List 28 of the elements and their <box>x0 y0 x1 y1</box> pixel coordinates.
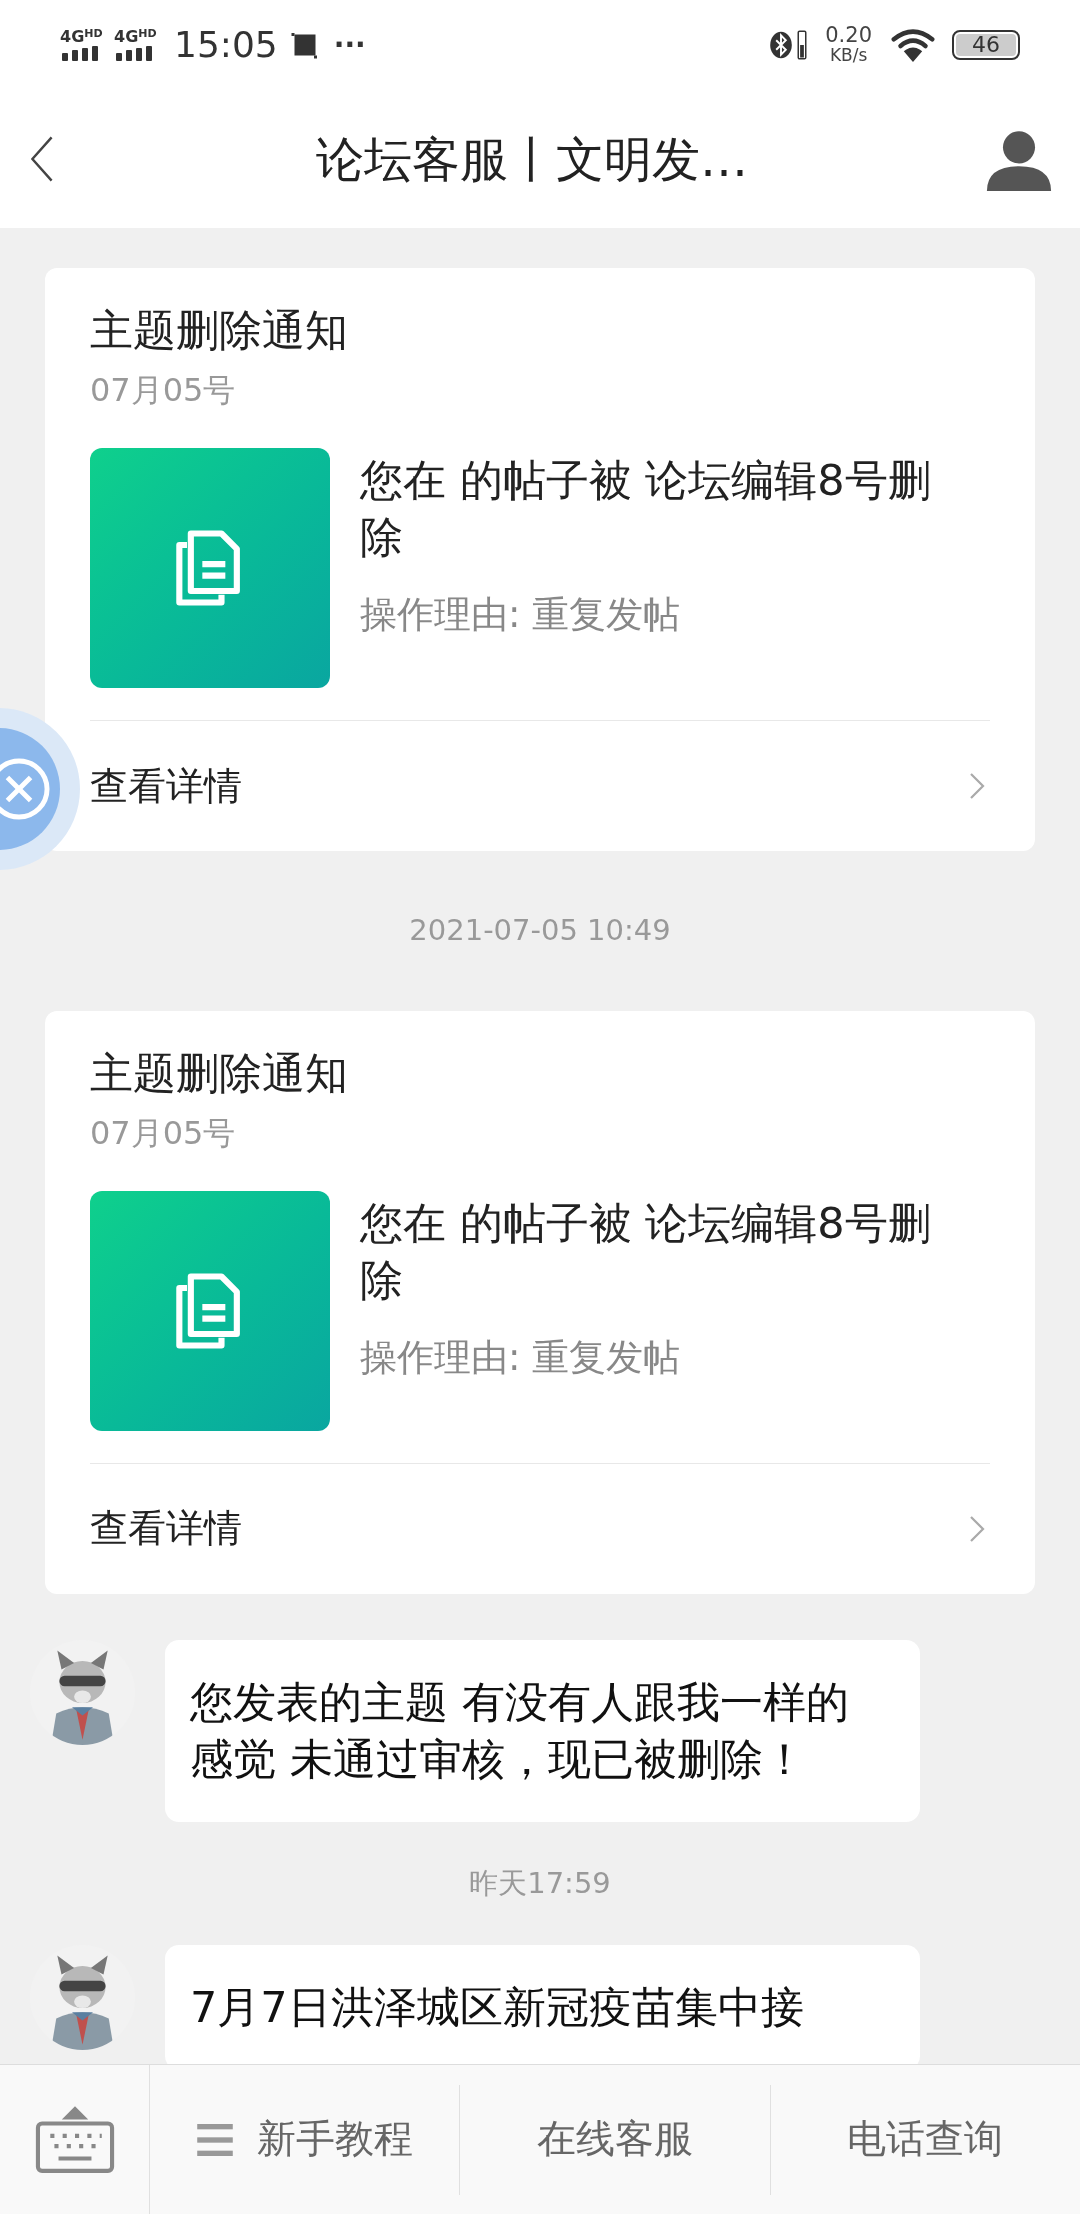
card-date: 07月05号 <box>90 370 237 411</box>
screenshot-icon <box>289 30 320 60</box>
page-title: 论坛客服丨文明发… <box>316 130 748 189</box>
timestamp: 昨天17:59 <box>469 1864 611 1902</box>
clock: 15:05 <box>174 23 278 67</box>
card-title: 主题删除通知 <box>90 1046 349 1100</box>
card-title: 主题删除通知 <box>90 304 349 357</box>
details-link[interactable]: 查看详情 <box>90 721 990 851</box>
notice-reason: 操作理由: 重复发帖 <box>360 592 682 638</box>
network-speed: 0.20 KB/s <box>825 25 872 65</box>
notice-reason: 操作理由: 重复发帖 <box>360 1334 682 1381</box>
close-icon <box>0 756 52 822</box>
notice-text: 您在 的帖子被 论坛编辑8号删除 <box>360 454 932 564</box>
menu-tab[interactable]: 电话查询 <box>770 2084 1080 2195</box>
details-link[interactable]: 查看详情 <box>90 1463 990 1594</box>
menu-tab[interactable]: 新手教程 <box>150 2084 461 2195</box>
battery-indicator: 46 <box>952 30 1020 60</box>
signal-indicator: 4G$^{HD}$ <box>114 29 158 61</box>
signal-indicator: 4G$^{HD}$ <box>60 29 104 61</box>
card-date: 07月05号 <box>90 1112 237 1154</box>
more-indicator: ··· <box>333 27 366 63</box>
message-bubble: 您发表的主题 有没有人跟我一样的感觉 未通过审核，现已被删除！ <box>165 1639 920 1822</box>
timestamp: 2021-07-05 10:49 <box>409 912 671 949</box>
wifi-icon <box>890 27 936 63</box>
notice-text: 您在 的帖子被 论坛编辑8号删除 <box>360 1196 932 1307</box>
message-bubble: 7月7日洪泽城区新冠疫苗集中接 <box>165 1945 920 2064</box>
battery-small-icon <box>797 28 808 62</box>
menu-tab[interactable]: 在线客服 <box>460 2084 771 2195</box>
